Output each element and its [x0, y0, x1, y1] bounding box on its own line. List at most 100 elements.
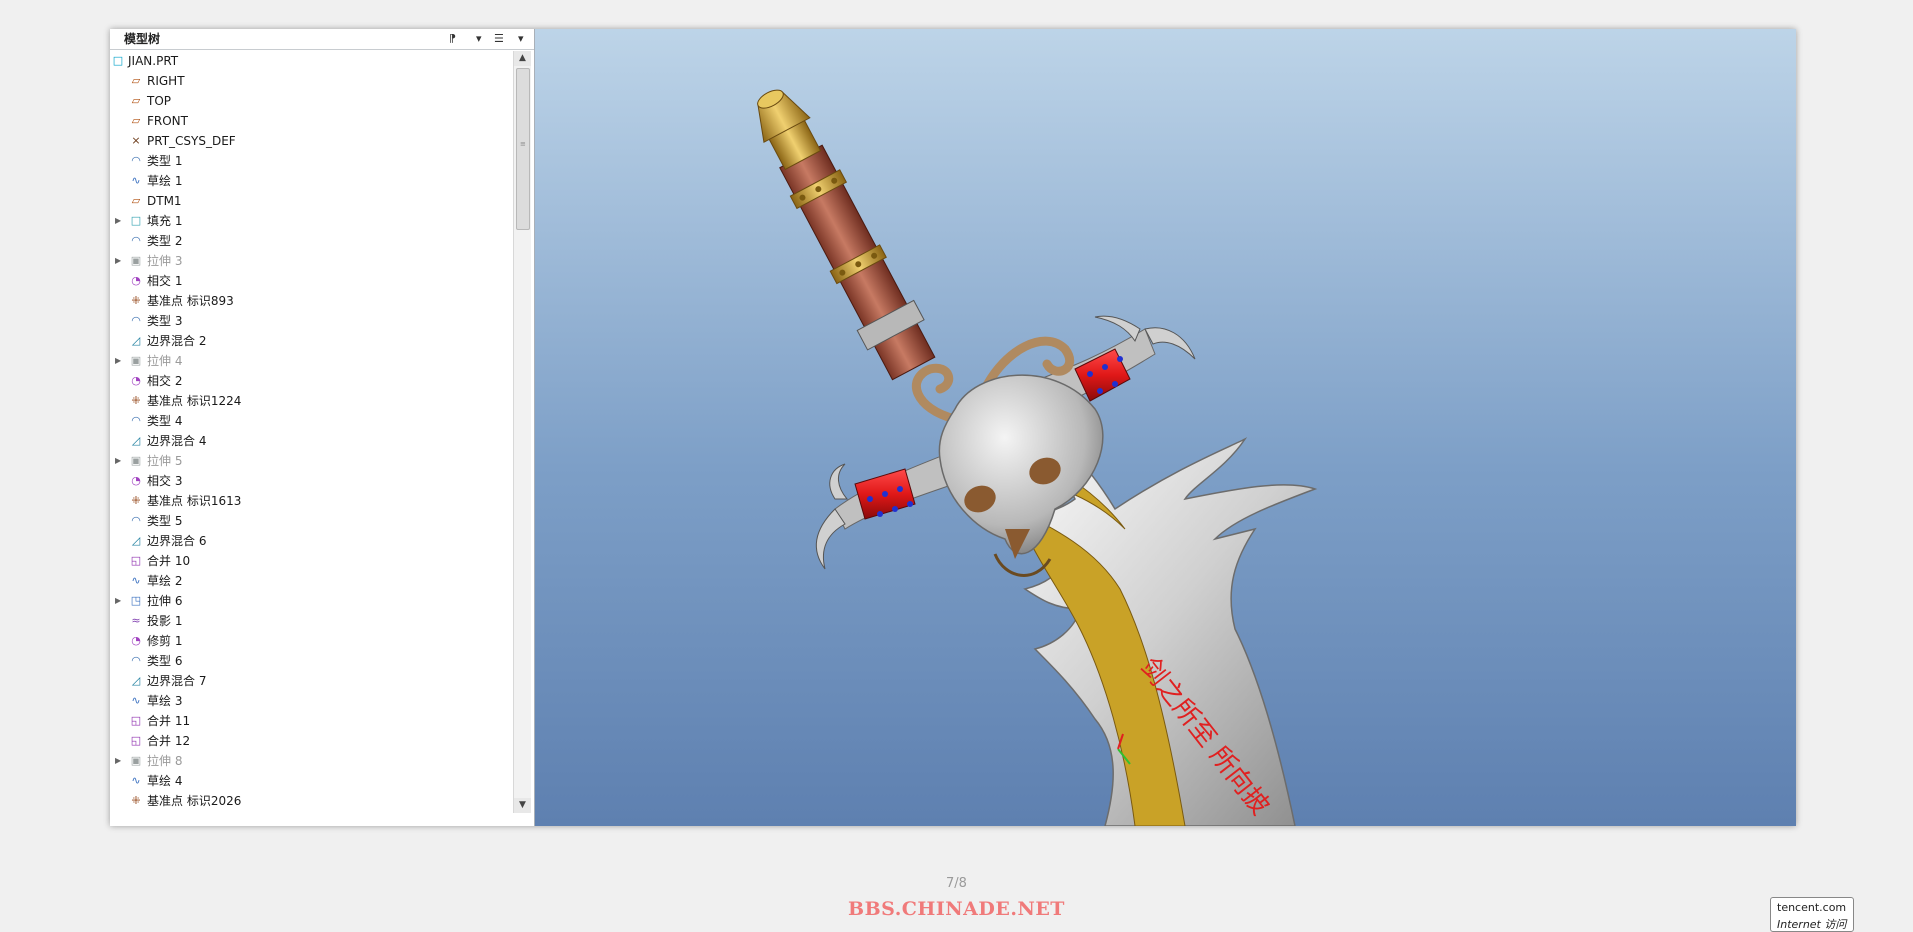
- boundary-blend-icon: ◿: [131, 674, 141, 687]
- status-tooltip: tencent.com Internet 访问: [1770, 897, 1854, 932]
- tree-item[interactable]: ◿ 边界混合 2: [110, 331, 510, 351]
- tree-item[interactable]: ▱ DTM1: [110, 191, 510, 211]
- sketch-icon: ∿: [131, 174, 141, 187]
- tree-filter-icon[interactable]: ⁋: [449, 32, 456, 46]
- tree-item[interactable]: ⁜ 基准点 标识1224: [110, 391, 510, 411]
- tree-item[interactable]: ◱ 合并 10: [110, 551, 510, 571]
- expand-arrow-icon[interactable]: ▶: [115, 211, 123, 231]
- tree-item[interactable]: ▱ TOP: [110, 91, 510, 111]
- list-settings-icon[interactable]: ☰: [494, 32, 504, 46]
- tree-item-label: 合并 11: [147, 714, 191, 728]
- model-tree-list: □ JIAN.PRT ▱ RIGHT ▱ TOP ▱ FRONT ⨯ PRT_CSYS_DEF ◠ 类…: [110, 51, 510, 813]
- tree-item[interactable]: ◔ 修剪 1: [110, 631, 510, 651]
- tree-item-label: DTM1: [147, 194, 182, 208]
- extrude-icon: ◳: [130, 594, 142, 607]
- intersect-icon: ◔: [131, 474, 141, 487]
- boundary-blend-icon: ◿: [131, 534, 141, 547]
- datum-point-icon: ⁜: [131, 294, 141, 307]
- tree-item[interactable]: ⨯ PRT_CSYS_DEF: [110, 131, 510, 151]
- surface-icon: ◠: [131, 234, 141, 247]
- sketch-icon: ∿: [131, 694, 141, 707]
- extrude-icon: ▣: [130, 454, 142, 467]
- tree-item[interactable]: ∿ 草绘 3: [110, 691, 510, 711]
- tree-item[interactable]: ◿ 边界混合 6: [110, 531, 510, 551]
- tree-item[interactable]: ◠ 类型 3: [110, 311, 510, 331]
- tree-item[interactable]: ⁜ 基准点 标识2026: [110, 791, 510, 811]
- tree-item[interactable]: ◿ 边界混合 7: [110, 671, 510, 691]
- tree-item[interactable]: ∿ 草绘 2: [110, 571, 510, 591]
- dropdown-arrow-icon[interactable]: ▾: [518, 32, 524, 46]
- tree-item[interactable]: ▱ FRONT: [110, 111, 510, 131]
- tree-item-label: 边界混合 7: [147, 674, 207, 688]
- expand-arrow-icon[interactable]: ▶: [115, 591, 123, 611]
- datum-point-icon: ⁜: [131, 394, 141, 407]
- boundary-blend-icon: ◿: [131, 434, 141, 447]
- tree-item-label: 类型 6: [147, 654, 183, 668]
- tree-item[interactable]: ◠ 类型 5: [110, 511, 510, 531]
- tree-item-label: 草绘 4: [147, 774, 183, 788]
- tree-item[interactable]: ◱ 合并 11: [110, 711, 510, 731]
- tree-item[interactable]: ◠ 类型 1: [110, 151, 510, 171]
- trim-icon: ◔: [131, 634, 141, 647]
- dropdown-arrow-icon[interactable]: ▾: [476, 32, 482, 46]
- tree-item-label: JIAN.PRT: [128, 54, 179, 68]
- datum-point-icon: ⁜: [131, 794, 141, 807]
- tree-item-label: 基准点 标识1224: [147, 394, 242, 408]
- tree-item-label: PRT_CSYS_DEF: [147, 134, 236, 148]
- merge-icon: ◱: [130, 714, 142, 727]
- 3d-model-viewport[interactable]: 剑之所至 所向披: [535, 29, 1796, 826]
- tree-item[interactable]: ⁜ 基准点 标识893: [110, 291, 510, 311]
- tree-item[interactable]: ∿ 草绘 1: [110, 171, 510, 191]
- coordinate-system-icon: ⨯: [131, 134, 141, 147]
- model-tree-header: 模型树 ⁋ ▾ ☰ ▾: [110, 29, 534, 50]
- tree-item-label: 合并 12: [147, 734, 191, 748]
- vertical-scrollbar[interactable]: ▲ ≡ ▼: [513, 51, 531, 813]
- tree-item[interactable]: □ JIAN.PRT: [110, 51, 510, 71]
- tree-item[interactable]: ▶ ▣ 拉伸 4: [110, 351, 510, 371]
- tree-item[interactable]: ▱ RIGHT: [110, 71, 510, 91]
- intersect-icon: ◔: [131, 374, 141, 387]
- tree-item[interactable]: ◔ 相交 3: [110, 471, 510, 491]
- tree-item-label: 草绘 2: [147, 574, 183, 588]
- tree-item-label: 拉伸 6: [147, 594, 183, 608]
- tree-item[interactable]: ⁜ 基准点 标识1613: [110, 491, 510, 511]
- sketch-icon: ∿: [131, 774, 141, 787]
- tree-item[interactable]: ◠ 类型 6: [110, 651, 510, 671]
- sword-model-render: 剑之所至 所向披: [757, 89, 1318, 826]
- expand-arrow-icon[interactable]: ▶: [115, 351, 123, 371]
- tree-item[interactable]: ▶ ▣ 拉伸 5: [110, 451, 510, 471]
- expand-arrow-icon[interactable]: ▶: [115, 751, 123, 771]
- tree-item[interactable]: ▶ ◳ 拉伸 6: [110, 591, 510, 611]
- tree-item-label: TOP: [147, 94, 172, 108]
- tree-item[interactable]: ◱ 合并 12: [110, 731, 510, 751]
- scroll-up-arrow-icon[interactable]: ▲: [514, 51, 531, 66]
- tree-item-label: 修剪 1: [147, 634, 183, 648]
- tree-item[interactable]: ▶ ▣ 拉伸 8: [110, 751, 510, 771]
- scroll-grip-icon: ≡: [520, 140, 526, 148]
- tree-item[interactable]: ◿ 边界混合 4: [110, 431, 510, 451]
- extrude-icon: ▣: [130, 254, 142, 267]
- tree-item[interactable]: ▶ □ 填充 1: [110, 211, 510, 231]
- tree-item[interactable]: ◠ 类型 4: [110, 411, 510, 431]
- tree-item[interactable]: ◠ 类型 2: [110, 231, 510, 251]
- surface-icon: ◠: [131, 514, 141, 527]
- tree-item[interactable]: ◔ 相交 2: [110, 371, 510, 391]
- tree-item-label: 类型 1: [147, 154, 183, 168]
- tree-item[interactable]: ▶ ▣ 拉伸 3: [110, 251, 510, 271]
- scroll-down-arrow-icon[interactable]: ▼: [514, 798, 531, 813]
- tree-item-label: 相交 1: [147, 274, 183, 288]
- scroll-thumb[interactable]: ≡: [516, 68, 530, 230]
- surface-icon: ◠: [131, 154, 141, 167]
- tree-item-label: 基准点 标识1613: [147, 494, 242, 508]
- projection-icon: ≈: [131, 614, 141, 627]
- tree-item[interactable]: ◔ 相交 1: [110, 271, 510, 291]
- handle: [757, 89, 936, 381]
- tree-item-label: 草绘 1: [147, 174, 183, 188]
- tree-item[interactable]: ∿ 草绘 4: [110, 771, 510, 791]
- tree-item-label: 边界混合 6: [147, 534, 207, 548]
- expand-arrow-icon[interactable]: ▶: [115, 451, 123, 471]
- tree-item-label: 草绘 3: [147, 694, 183, 708]
- fill-icon: □: [130, 214, 142, 227]
- tree-item[interactable]: ≈ 投影 1: [110, 611, 510, 631]
- expand-arrow-icon[interactable]: ▶: [115, 251, 123, 271]
